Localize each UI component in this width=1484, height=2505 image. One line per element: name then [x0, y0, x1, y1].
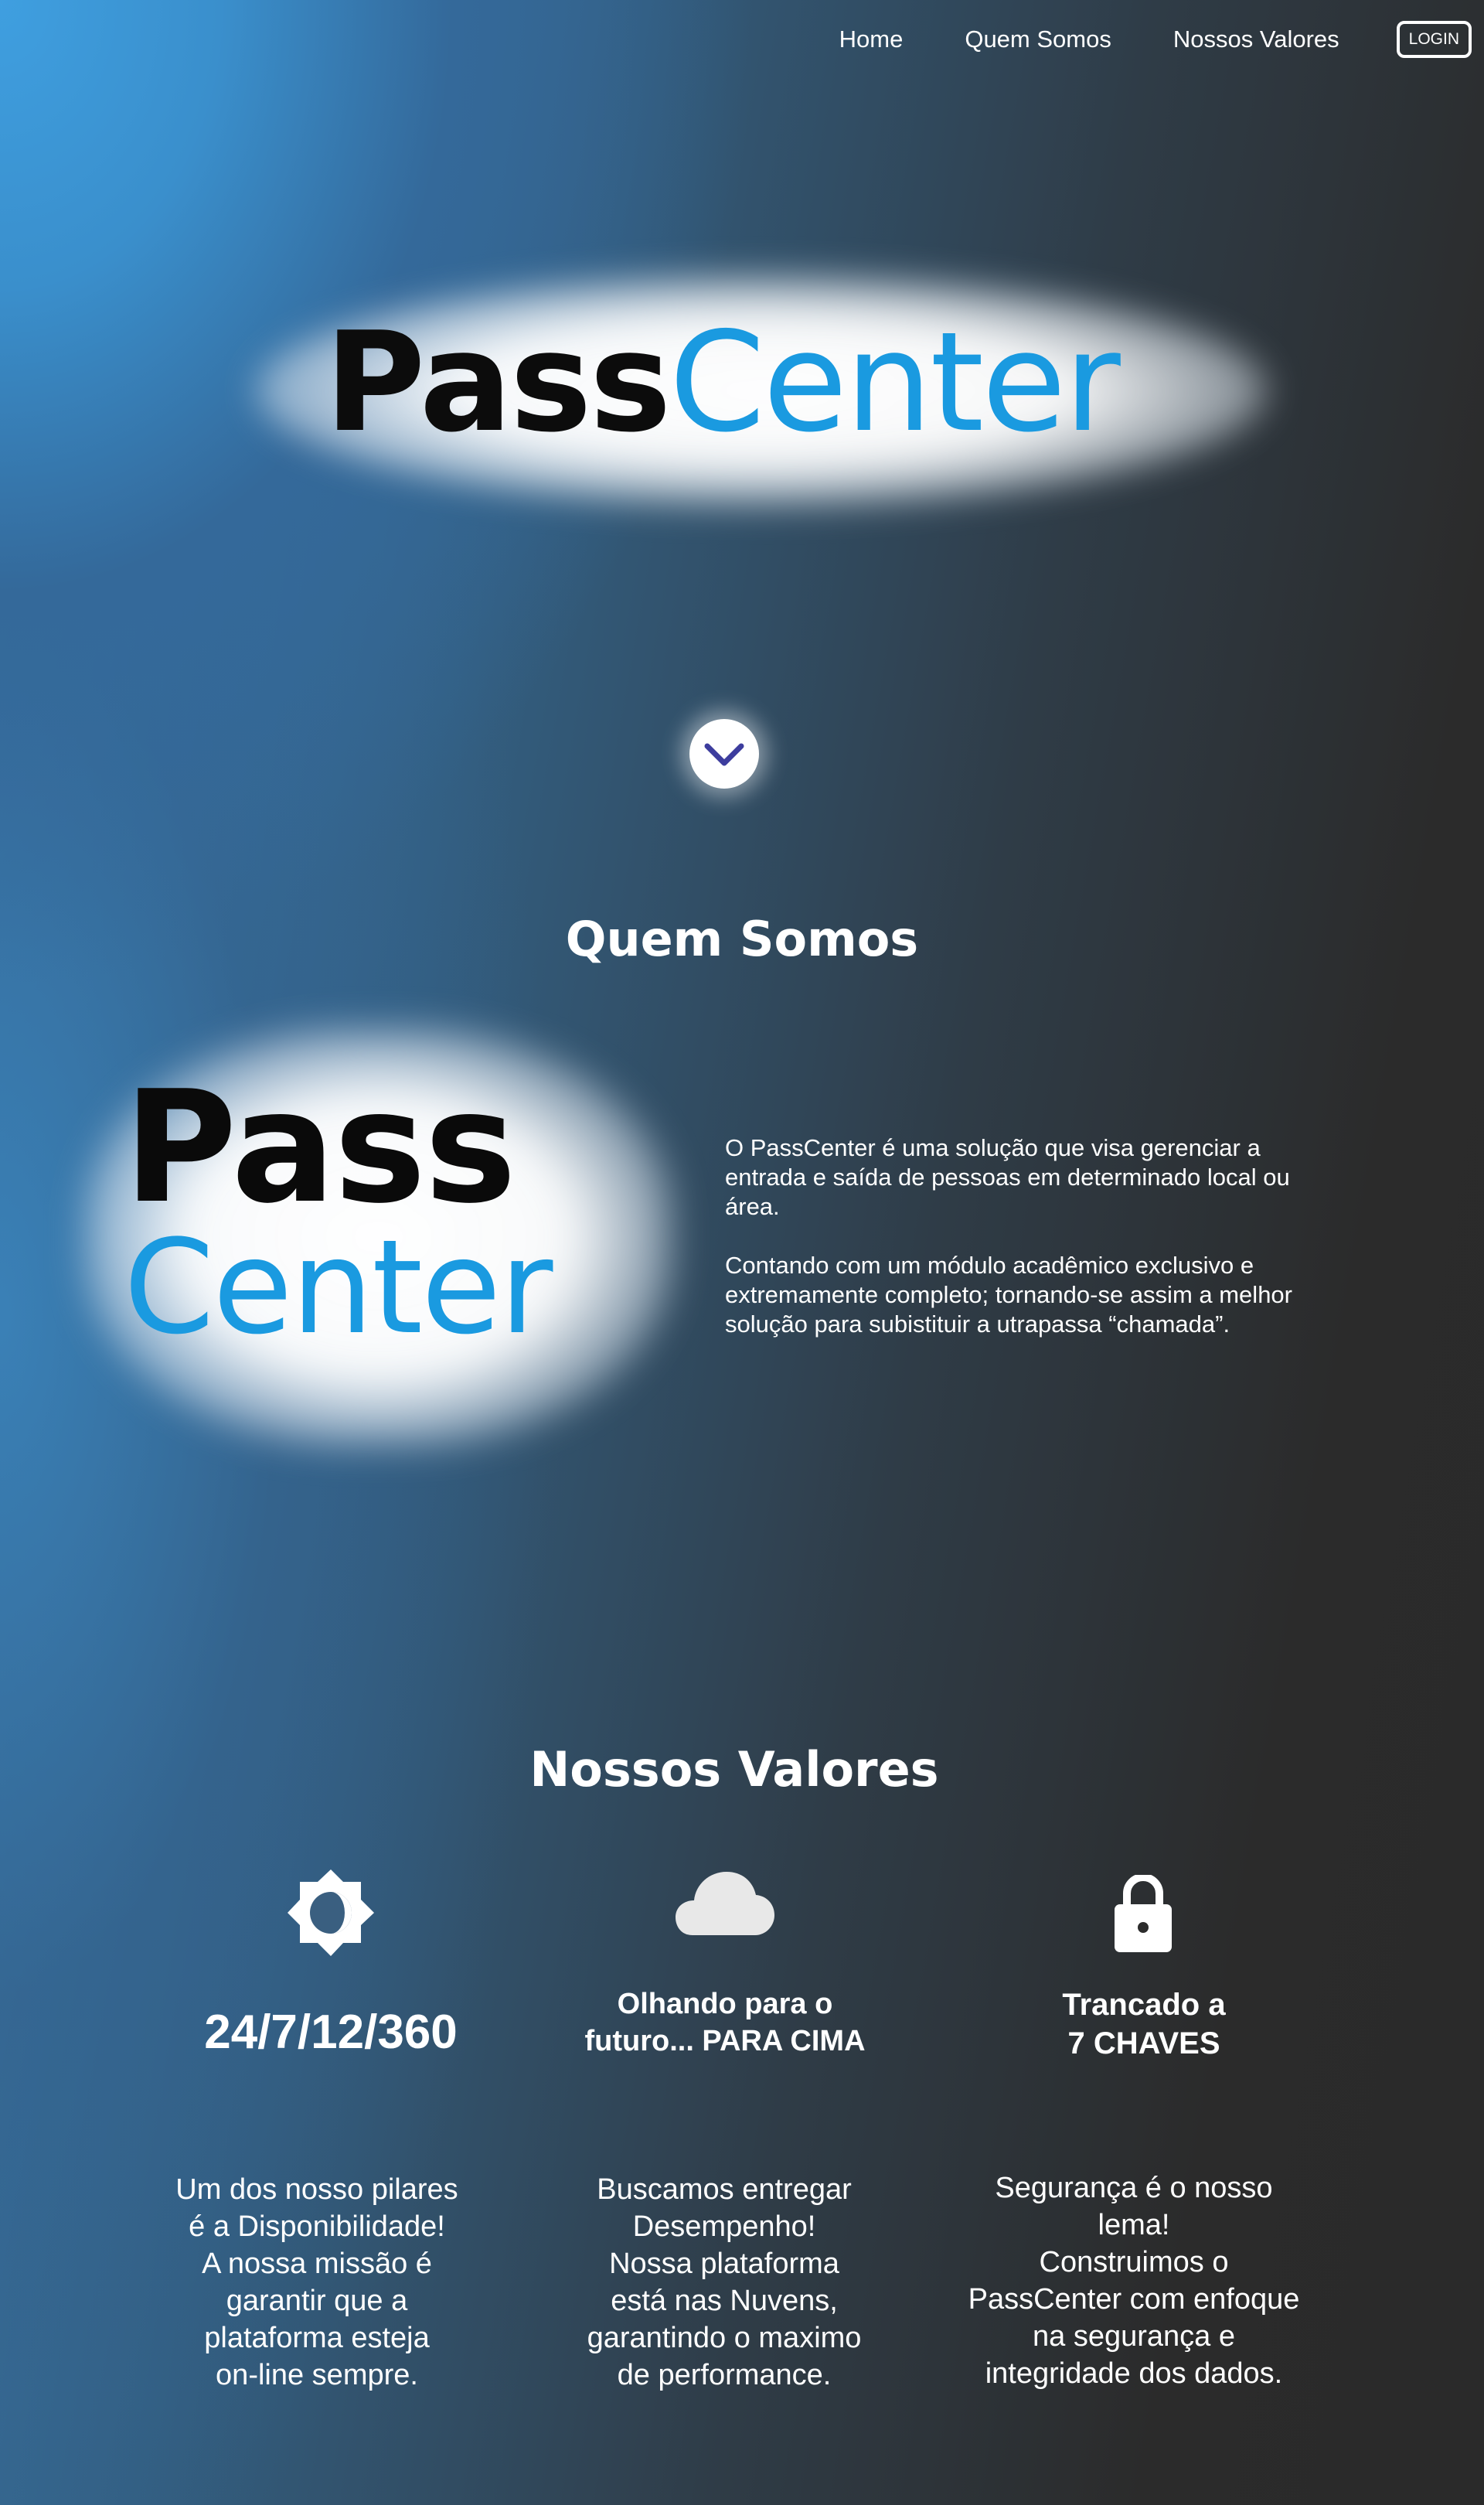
- value-title-future-line2: futuro... PARA CIMA: [584, 2025, 866, 2057]
- value-title-future: Olhando para o futuro... PARA CIMA: [524, 1985, 926, 2060]
- nav-link-quem-somos[interactable]: Quem Somos: [965, 26, 1111, 53]
- nav-link-home[interactable]: Home: [839, 26, 904, 53]
- nav-link-nossos-valores[interactable]: Nossos Valores: [1173, 26, 1339, 53]
- value-title-future-line1: Olhando para o: [617, 1988, 833, 2020]
- chevron-down-icon: [704, 743, 744, 766]
- value-desc-performance: Buscamos entregar Desempenho! Nossa plat…: [587, 2173, 862, 2391]
- about-description: O PassCenter é uma solução que visa gere…: [725, 1133, 1297, 1339]
- about-logo-pass: Pass: [124, 1058, 516, 1238]
- value-title-security-line1: Trancado a: [1062, 1988, 1226, 2022]
- about-logo: Pass Center: [124, 1058, 587, 1363]
- about-title: Quem Somos: [565, 911, 919, 967]
- top-nav: Home Quem Somos Nossos Valores LOGIN: [839, 20, 1472, 59]
- value-title-security-line2: 7 CHAVES: [1067, 2026, 1220, 2060]
- values-title: Nossos Valores: [529, 1741, 939, 1798]
- about-paragraph: O PassCenter é uma solução que visa gere…: [725, 1134, 1290, 1220]
- hero-logo: PassCenter: [325, 305, 1190, 460]
- hero-logo-pass: Pass: [325, 302, 672, 462]
- lock-icon: [1115, 1875, 1172, 1952]
- about-logo-center: Center: [124, 1212, 553, 1363]
- hero-logo-center: Center: [669, 302, 1121, 462]
- value-desc-security: Segurança é o nosso lema! Construimos o …: [968, 2172, 1300, 2390]
- cloud-icon: [676, 1872, 774, 1935]
- brightness-icon: [288, 1869, 374, 1956]
- scroll-down-button[interactable]: [689, 719, 759, 789]
- login-button[interactable]: LOGIN: [1396, 21, 1472, 58]
- value-title-security: Trancado a 7 CHAVES: [943, 1985, 1345, 2063]
- about-paragraph: Contando com um módulo acadêmico exclusi…: [725, 1252, 1292, 1338]
- value-desc-availability: Um dos nosso pilares é a Disponibilidade…: [175, 2173, 458, 2391]
- value-title-availability: 24/7/12/360: [204, 2006, 458, 2059]
